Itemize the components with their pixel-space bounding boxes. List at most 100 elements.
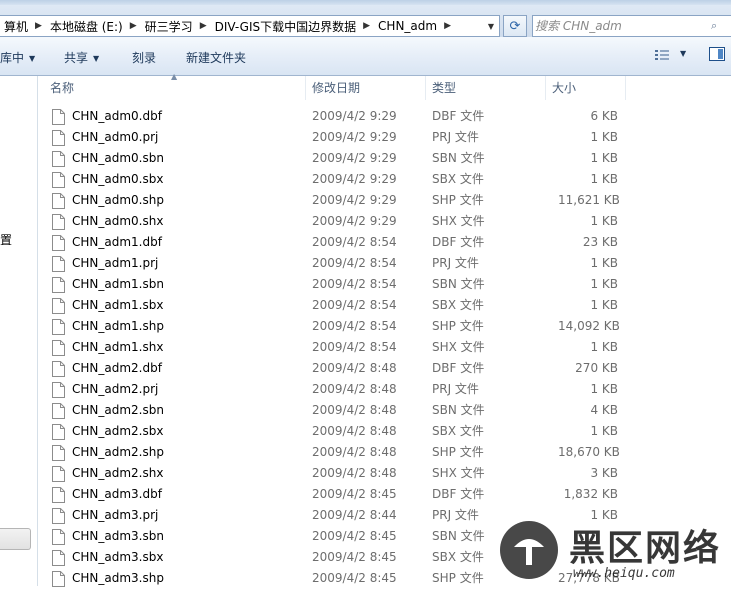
- file-type: SHX 文件: [432, 214, 485, 228]
- file-modified-date: 2009/4/2 8:54: [312, 277, 397, 291]
- breadcrumb-chn-adm[interactable]: CHN_adm: [374, 19, 440, 33]
- file-row[interactable]: CHN_adm0.prj 2009/4/2 9:29 PRJ 文件 1 KB: [38, 127, 731, 148]
- file-type: DBF 文件: [432, 109, 485, 123]
- file-row[interactable]: CHN_adm2.shp 2009/4/2 8:48 SHP 文件 18,670 KB: [38, 442, 731, 463]
- file-type: SBN 文件: [432, 529, 485, 543]
- file-size: 1 KB: [590, 424, 618, 438]
- file-name: CHN_adm2.shp: [72, 445, 164, 459]
- file-type: SHP 文件: [432, 193, 484, 207]
- organize-button[interactable]: 库中 ▼: [0, 49, 35, 66]
- file-type: SHP 文件: [432, 319, 484, 333]
- file-modified-date: 2009/4/2 9:29: [312, 151, 397, 165]
- view-options-icon[interactable]: [655, 49, 669, 61]
- column-header-type[interactable]: 类型: [426, 76, 546, 100]
- file-row[interactable]: CHN_adm0.shp 2009/4/2 9:29 SHP 文件 11,621 KB: [38, 190, 731, 211]
- breadcrumb-computer[interactable]: 算机: [0, 18, 31, 35]
- file-type: DBF 文件: [432, 487, 485, 501]
- breadcrumb-separator-icon[interactable]: ▶: [126, 21, 141, 31]
- file-row[interactable]: CHN_adm0.sbn 2009/4/2 9:29 SBN 文件 1 KB: [38, 148, 731, 169]
- file-row[interactable]: CHN_adm3.dbf 2009/4/2 8:45 DBF 文件 1,832 KB: [38, 484, 731, 505]
- file-type: SBX 文件: [432, 550, 484, 564]
- file-modified-date: 2009/4/2 8:44: [312, 508, 397, 522]
- file-name: CHN_adm2.sbn: [72, 403, 164, 417]
- file-type: SBN 文件: [432, 403, 485, 417]
- breadcrumb-drive-e[interactable]: 本地磁盘 (E:): [46, 18, 126, 35]
- file-size: 270 KB: [575, 361, 618, 375]
- file-row[interactable]: CHN_adm1.dbf 2009/4/2 8:54 DBF 文件 23 KB: [38, 232, 731, 253]
- watermark-logo: 黑区网络 www.heiqu.com: [497, 519, 731, 586]
- breadcrumb-separator-icon[interactable]: ▶: [440, 21, 455, 31]
- breadcrumb-separator-icon[interactable]: ▶: [359, 21, 374, 31]
- file-modified-date: 2009/4/2 8:48: [312, 361, 397, 375]
- document-icon: [52, 109, 65, 125]
- burn-button[interactable]: 刻录: [132, 49, 156, 66]
- file-name: CHN_adm0.sbn: [72, 151, 164, 165]
- file-row[interactable]: CHN_adm2.sbn 2009/4/2 8:48 SBN 文件 4 KB: [38, 400, 731, 421]
- search-box[interactable]: ⌕: [532, 15, 731, 37]
- file-size: 1 KB: [590, 172, 618, 186]
- file-row[interactable]: CHN_adm1.sbx 2009/4/2 8:54 SBX 文件 1 KB: [38, 295, 731, 316]
- share-button[interactable]: 共享 ▼: [64, 49, 99, 66]
- file-modified-date: 2009/4/2 8:54: [312, 256, 397, 270]
- search-icon[interactable]: ⌕: [711, 19, 725, 33]
- file-row[interactable]: CHN_adm1.prj 2009/4/2 8:54 PRJ 文件 1 KB: [38, 253, 731, 274]
- file-row[interactable]: CHN_adm1.sbn 2009/4/2 8:54 SBN 文件 1 KB: [38, 274, 731, 295]
- file-size: 3 KB: [590, 466, 618, 480]
- file-row[interactable]: CHN_adm0.dbf 2009/4/2 9:29 DBF 文件 6 KB: [38, 106, 731, 127]
- file-row[interactable]: CHN_adm1.shp 2009/4/2 8:54 SHP 文件 14,092 KB: [38, 316, 731, 337]
- address-bar-area: 算机 ▶ 本地磁盘 (E:) ▶ 研三学习 ▶ DIV-GIS下载中国边界数据 …: [0, 5, 731, 37]
- file-name: CHN_adm3.dbf: [72, 487, 162, 501]
- new-folder-button[interactable]: 新建文件夹: [186, 49, 246, 66]
- file-row[interactable]: CHN_adm0.shx 2009/4/2 9:29 SHX 文件 1 KB: [38, 211, 731, 232]
- file-type: PRJ 文件: [432, 508, 479, 522]
- breadcrumb-div-gis[interactable]: DIV-GIS下载中国边界数据: [211, 18, 360, 35]
- file-row[interactable]: CHN_adm2.prj 2009/4/2 8:48 PRJ 文件 1 KB: [38, 379, 731, 400]
- column-header-date[interactable]: 修改日期: [306, 76, 426, 100]
- file-modified-date: 2009/4/2 8:54: [312, 319, 397, 333]
- file-row[interactable]: CHN_adm2.shx 2009/4/2 8:48 SHX 文件 3 KB: [38, 463, 731, 484]
- file-size: 1 KB: [590, 151, 618, 165]
- file-type: SHX 文件: [432, 340, 485, 354]
- file-type: SBN 文件: [432, 151, 485, 165]
- file-name: CHN_adm3.prj: [72, 508, 159, 522]
- file-modified-date: 2009/4/2 9:29: [312, 193, 397, 207]
- breadcrumb-study[interactable]: 研三学习: [141, 18, 196, 35]
- file-row[interactable]: CHN_adm2.dbf 2009/4/2 8:48 DBF 文件 270 KB: [38, 358, 731, 379]
- column-header-size[interactable]: 大小: [546, 76, 626, 100]
- file-size: 4 KB: [590, 403, 618, 417]
- file-name: CHN_adm1.shx: [72, 340, 164, 354]
- address-history-dropdown-icon[interactable]: ▼: [483, 16, 499, 36]
- breadcrumb-separator-icon[interactable]: ▶: [196, 21, 211, 31]
- file-size: 11,621 KB: [558, 193, 620, 207]
- file-modified-date: 2009/4/2 8:54: [312, 298, 397, 312]
- file-size: 1 KB: [590, 130, 618, 144]
- navigation-pane[interactable]: 置: [0, 76, 38, 586]
- nav-scrollbar-thumb[interactable]: [0, 528, 31, 550]
- file-type: SHP 文件: [432, 445, 484, 459]
- breadcrumb-separator-icon[interactable]: ▶: [31, 21, 46, 31]
- document-icon: [52, 319, 65, 335]
- file-row[interactable]: CHN_adm2.sbx 2009/4/2 8:48 SBX 文件 1 KB: [38, 421, 731, 442]
- view-dropdown-icon[interactable]: ▼: [680, 49, 686, 58]
- file-modified-date: 2009/4/2 9:29: [312, 214, 397, 228]
- organize-label: 库中: [0, 51, 25, 65]
- nav-item-label[interactable]: 置: [0, 231, 12, 248]
- search-input[interactable]: [533, 18, 707, 34]
- column-header-name[interactable]: 名称: [38, 76, 306, 100]
- refresh-icon[interactable]: ⟳: [503, 15, 527, 37]
- file-row[interactable]: CHN_adm1.shx 2009/4/2 8:54 SHX 文件 1 KB: [38, 337, 731, 358]
- file-type: SHX 文件: [432, 466, 485, 480]
- document-icon: [52, 445, 65, 461]
- file-row[interactable]: CHN_adm0.sbx 2009/4/2 9:29 SBX 文件 1 KB: [38, 169, 731, 190]
- file-name: CHN_adm1.shp: [72, 319, 164, 333]
- file-name: CHN_adm0.shx: [72, 214, 164, 228]
- file-type: DBF 文件: [432, 361, 485, 375]
- preview-pane-icon[interactable]: [709, 47, 725, 61]
- file-size: 1 KB: [590, 277, 618, 291]
- file-size: 18,670 KB: [558, 445, 620, 459]
- document-icon: [52, 130, 65, 146]
- address-bar[interactable]: 算机 ▶ 本地磁盘 (E:) ▶ 研三学习 ▶ DIV-GIS下载中国边界数据 …: [0, 15, 500, 37]
- file-name: CHN_adm2.dbf: [72, 361, 162, 375]
- file-size: 23 KB: [582, 235, 618, 249]
- file-modified-date: 2009/4/2 8:45: [312, 487, 397, 501]
